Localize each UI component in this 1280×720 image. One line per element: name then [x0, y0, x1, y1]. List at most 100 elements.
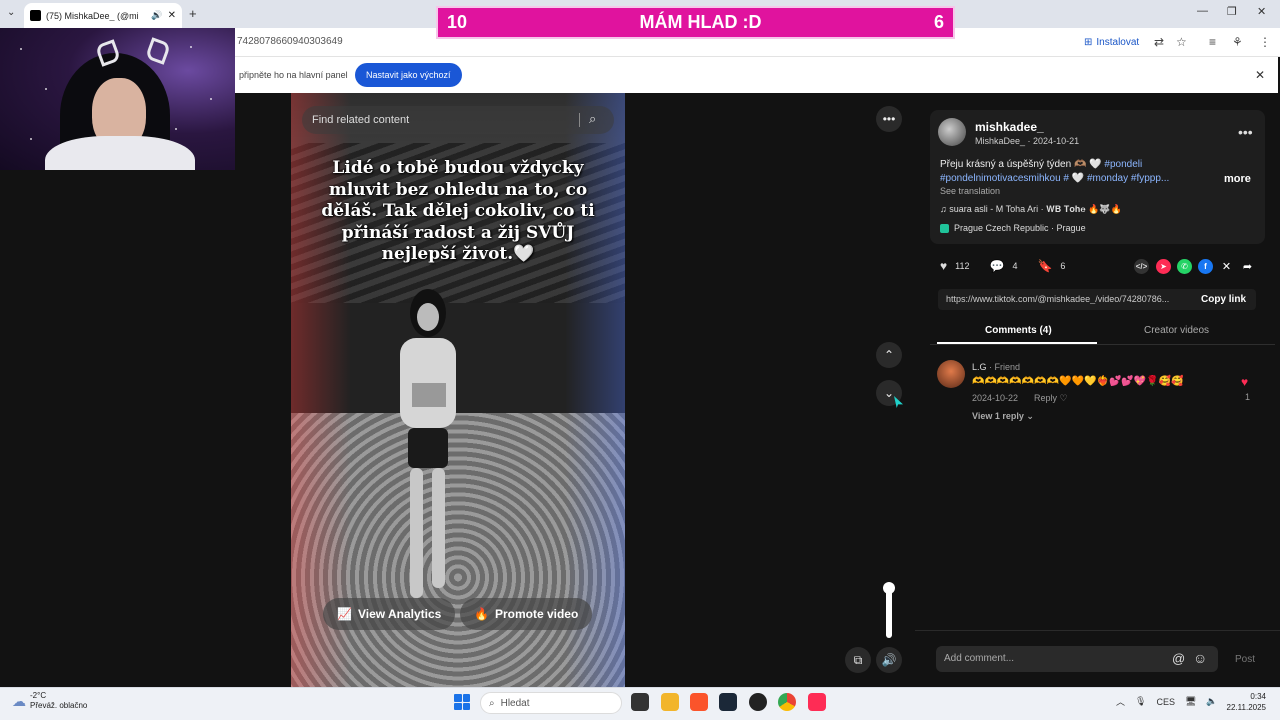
- flame-icon: 🔥: [474, 607, 489, 621]
- cat-ear-right: [144, 37, 172, 65]
- infobar-text: připněte ho na hlavní panel: [239, 70, 348, 80]
- task-view-icon[interactable]: [631, 693, 649, 711]
- tab-creator-videos[interactable]: Creator videos: [1144, 325, 1209, 336]
- tray-expand-icon[interactable]: ︿: [1116, 695, 1125, 708]
- tiktok-favicon-icon: [30, 10, 41, 21]
- search-icon: ⌕: [489, 697, 495, 709]
- bookmark-icon[interactable]: 🔖: [1037, 259, 1052, 273]
- location-text: Prague Czech Republic · Prague: [954, 223, 1086, 233]
- language-indicator[interactable]: CES: [1156, 697, 1175, 707]
- post-nickname: MishkaDee_: [975, 136, 1026, 146]
- comment-friend-tag: · Friend: [986, 362, 1021, 372]
- description-more-button[interactable]: more: [1224, 173, 1251, 185]
- picture-in-picture-icon[interactable]: ⧉: [845, 647, 871, 673]
- video-link[interactable]: https://www.tiktok.com/@mishkadee_/video…: [946, 294, 1186, 304]
- hashtag-link[interactable]: # 🤍 #monday #fyppp...: [1063, 173, 1169, 184]
- steam-icon[interactable]: [719, 693, 737, 711]
- post-more-icon[interactable]: •••: [1238, 124, 1253, 140]
- overlay-title: MÁM HLAD :D: [639, 12, 762, 32]
- promote-video-label: Promote video: [494, 607, 579, 621]
- translate-icon[interactable]: ⇄: [1154, 35, 1164, 49]
- browser-menu-icon[interactable]: ⋮: [1259, 35, 1271, 49]
- file-explorer-icon[interactable]: [661, 693, 679, 711]
- tab-title: (75) MishkaDee_ (@mi: [46, 10, 139, 21]
- tab-search-icon[interactable]: ⌄: [7, 7, 15, 18]
- comment-like-heart-icon[interactable]: ♥: [1241, 375, 1248, 389]
- location-tag[interactable]: Prague Czech Republic · Prague: [940, 223, 1086, 233]
- emoji-icon[interactable]: ☺: [1193, 650, 1207, 666]
- post-username[interactable]: mishkadee_: [975, 120, 1044, 134]
- share-arrow-icon[interactable]: ➦: [1240, 259, 1255, 274]
- post-comment-button[interactable]: Post: [1235, 654, 1255, 665]
- tab-close-icon[interactable]: ✕: [168, 10, 176, 21]
- chrome-icon[interactable]: [778, 693, 796, 711]
- overlay-left-number: 10: [447, 12, 468, 32]
- search-input[interactable]: Find related content: [312, 114, 409, 126]
- hashtag-link[interactable]: #pondelnimotivacesmihkou: [940, 173, 1061, 184]
- weather-widget[interactable]: ☁ -2°C Převáž. oblačno: [12, 691, 87, 711]
- related-content-search[interactable]: Find related content ⌕: [302, 106, 614, 134]
- post-date: · 2024-10-21: [1027, 136, 1080, 146]
- search-icon[interactable]: ⌕: [589, 111, 596, 127]
- microphone-icon[interactable]: 🎙: [1135, 696, 1146, 707]
- video-more-icon[interactable]: •••: [876, 106, 902, 132]
- new-tab-button[interactable]: +: [189, 6, 197, 21]
- send-icon[interactable]: ➤: [1156, 259, 1171, 274]
- music-note-icon: ♫: [940, 204, 950, 214]
- tab-audio-icon[interactable]: 🔊: [151, 10, 162, 21]
- restore-icon[interactable]: ❐: [1227, 5, 1237, 18]
- stream-overlay-banner: 10 MÁM HLAD :D 6: [436, 6, 955, 39]
- reading-list-icon[interactable]: ≡: [1209, 35, 1216, 49]
- brave-browser-icon[interactable]: [690, 693, 708, 711]
- comment-reply-button[interactable]: Reply ♡: [1034, 393, 1068, 404]
- windows-start-icon[interactable]: [454, 694, 470, 710]
- taskbar-clock[interactable]: 0:34 22.11.2025: [1226, 691, 1266, 713]
- weather-temp: -2°C: [30, 691, 47, 700]
- tiktok-app-icon[interactable]: [808, 693, 826, 711]
- copy-link-button[interactable]: Copy link: [1201, 294, 1246, 305]
- window-close-icon[interactable]: ✕: [1257, 5, 1266, 18]
- x-icon[interactable]: ✕: [1219, 259, 1234, 274]
- view-analytics-label: View Analytics: [357, 607, 442, 621]
- volume-slider-knob[interactable]: [883, 582, 895, 594]
- overlay-right-number: 6: [933, 12, 944, 32]
- promote-video-button[interactable]: 🔥 Promote video: [460, 598, 593, 630]
- embed-icon[interactable]: </>: [1134, 259, 1149, 274]
- facebook-icon[interactable]: f: [1198, 259, 1213, 274]
- location-pin-icon: [940, 223, 949, 233]
- music-info[interactable]: ♫ suara asli - M Toha Ari · 𝐖𝐁 𝐓𝐨𝐡𝐞 🔥🐺🔥: [940, 204, 1122, 215]
- cloud-icon: ☁: [12, 692, 26, 709]
- browser-tab[interactable]: (75) MishkaDee_ (@mi 🔊 ✕: [24, 3, 182, 28]
- network-icon[interactable]: 🖥: [1185, 696, 1196, 707]
- bookmark-star-icon[interactable]: ☆: [1176, 35, 1187, 49]
- hashtag-link[interactable]: #pondeli: [1104, 159, 1142, 170]
- whatsapp-icon[interactable]: ✆: [1177, 259, 1192, 274]
- set-default-button[interactable]: Nastavit jako výchozí: [355, 63, 462, 87]
- comment-avatar[interactable]: [937, 360, 965, 388]
- see-translation-link[interactable]: See translation: [940, 186, 1000, 196]
- taskbar-search[interactable]: ⌕ Hledat: [480, 692, 622, 714]
- previous-video-chevron-up-icon[interactable]: ⌃: [876, 342, 902, 368]
- post-description: Přeju krásný a úspěšný týden 🫶🏽 🤍 #ponde…: [940, 158, 1202, 186]
- extensions-icon[interactable]: ⚘: [1232, 35, 1243, 49]
- comment-icon[interactable]: 💬: [989, 259, 1004, 273]
- infobar-close-icon[interactable]: ✕: [1255, 68, 1265, 82]
- obs-icon[interactable]: [749, 693, 767, 711]
- video-caption: Lidé o tobě budou vždycky mluvit bez ohl…: [321, 158, 595, 264]
- mention-icon[interactable]: @: [1172, 651, 1185, 666]
- music-title: suara asli - M Toha Ari · 𝐖𝐁 𝐓𝐨𝐡𝐞 🔥🐺🔥: [949, 204, 1122, 214]
- tab-comments[interactable]: Comments (4): [985, 325, 1052, 336]
- view-replies-button[interactable]: View 1 reply ⌄: [972, 411, 1034, 422]
- comment-author[interactable]: L.G: [972, 362, 987, 372]
- speaker-icon[interactable]: 🔈: [1206, 696, 1217, 707]
- streamer-hoodie: [45, 136, 195, 170]
- volume-icon[interactable]: 🔊: [876, 647, 902, 673]
- minimize-icon[interactable]: —: [1197, 5, 1208, 17]
- avatar[interactable]: [938, 118, 966, 146]
- taskbar-search-label: Hledat: [500, 697, 530, 709]
- install-button[interactable]: ⊞ Instalovat: [1084, 34, 1139, 50]
- url-text[interactable]: 7428078660940303649: [237, 36, 343, 47]
- view-analytics-button[interactable]: 📈 View Analytics: [323, 598, 456, 630]
- install-label: Instalovat: [1096, 36, 1140, 48]
- heart-icon[interactable]: ♥: [940, 259, 947, 273]
